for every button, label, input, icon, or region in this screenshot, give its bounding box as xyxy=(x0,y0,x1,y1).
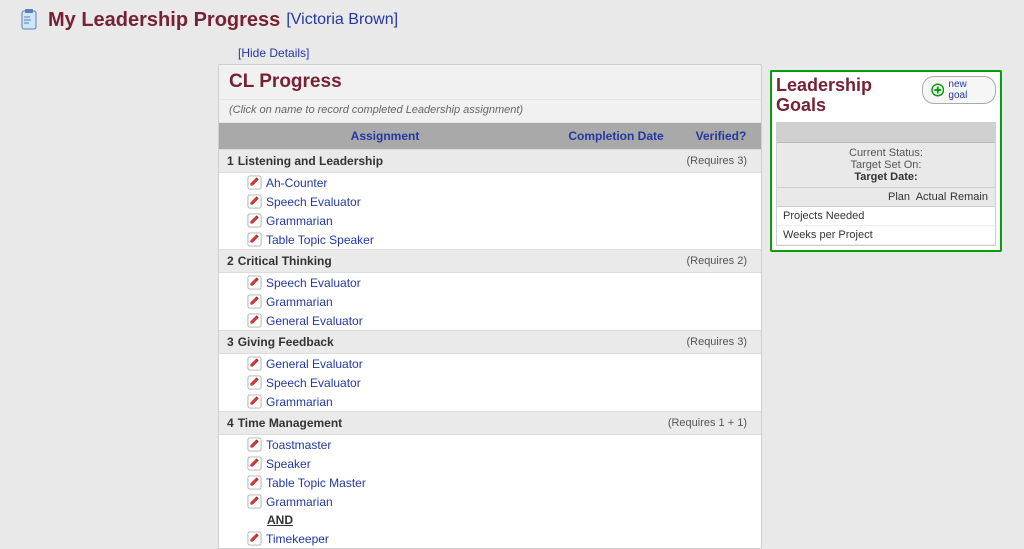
col-verified: Verified? xyxy=(681,123,761,149)
section-title: Time Management xyxy=(238,416,668,430)
assignment-link[interactable]: Grammarian xyxy=(266,395,333,409)
table-header: Assignment Completion Date Verified? xyxy=(219,123,761,149)
assignment-row: Table Topic Speaker xyxy=(219,230,761,249)
edit-icon[interactable] xyxy=(247,494,262,509)
edit-icon[interactable] xyxy=(247,175,262,190)
goals-row: Projects Needed xyxy=(777,207,995,226)
goals-row-label: Weeks per Project xyxy=(783,229,989,241)
edit-icon[interactable] xyxy=(247,437,262,452)
section-row: 2 Critical Thinking (Requires 2) xyxy=(219,249,761,273)
section-requirement: (Requires 3) xyxy=(686,155,747,167)
cl-progress-panel: CL Progress (Click on name to record com… xyxy=(218,64,762,549)
edit-icon[interactable] xyxy=(247,313,262,328)
section-requirement: (Requires 3) xyxy=(686,336,747,348)
assignment-row: Table Topic Master xyxy=(219,473,761,492)
edit-icon[interactable] xyxy=(247,456,262,471)
hide-details-link[interactable]: [Hide Details] xyxy=(238,46,1024,60)
goals-status: Current Status: Target Set On: Target Da… xyxy=(777,143,995,188)
edit-icon[interactable] xyxy=(247,194,262,209)
edit-icon[interactable] xyxy=(247,294,262,309)
assignment-row: General Evaluator xyxy=(219,354,761,373)
col-assignment: Assignment xyxy=(219,123,551,149)
edit-icon[interactable] xyxy=(247,531,262,546)
panel-title: CL Progress xyxy=(219,65,761,99)
target-set-label: Target Set On: xyxy=(783,159,989,171)
page-header: My Leadership Progress [Victoria Brown] xyxy=(0,0,1024,36)
edit-icon[interactable] xyxy=(247,232,262,247)
assignment-link[interactable]: Grammarian xyxy=(266,295,333,309)
page-title: My Leadership Progress xyxy=(48,9,280,32)
assignment-link[interactable]: Ah-Counter xyxy=(266,176,327,190)
edit-icon[interactable] xyxy=(247,375,262,390)
goals-row-label: Projects Needed xyxy=(783,210,989,222)
assignment-link[interactable]: Table Topic Master xyxy=(266,476,366,490)
assignment-row: Speaker xyxy=(219,454,761,473)
assignment-link[interactable]: Speech Evaluator xyxy=(266,276,361,290)
section-title: Critical Thinking xyxy=(238,254,687,268)
assignment-link[interactable]: Table Topic Speaker xyxy=(266,233,374,247)
assignment-link[interactable]: Timekeeper xyxy=(266,532,329,546)
current-status-label: Current Status: xyxy=(783,147,989,159)
edit-icon[interactable] xyxy=(247,275,262,290)
goals-row: Weeks per Project xyxy=(777,226,995,245)
goals-subheader xyxy=(777,123,995,143)
section-row: 1 Listening and Leadership (Requires 3) xyxy=(219,149,761,173)
section-requirement: (Requires 1 + 1) xyxy=(668,417,747,429)
target-date-label: Target Date: xyxy=(783,171,989,183)
col-plan: Plan xyxy=(883,191,915,203)
assignment-row: Grammarian xyxy=(219,392,761,411)
new-goal-label: new goal xyxy=(948,79,987,101)
section-number: 3 xyxy=(227,335,234,349)
goals-table-header: Plan Actual Remain xyxy=(777,188,995,207)
section-number: 2 xyxy=(227,254,234,268)
assignment-row: Grammarian xyxy=(219,211,761,230)
assignment-link[interactable]: Toastmaster xyxy=(266,438,331,452)
section-number: 4 xyxy=(227,416,234,430)
and-separator: AND xyxy=(219,511,761,529)
goals-title: Leadership Goals xyxy=(776,76,922,116)
clipboard-icon xyxy=(18,8,42,32)
edit-icon[interactable] xyxy=(247,213,262,228)
panel-hint: (Click on name to record completed Leade… xyxy=(219,99,761,123)
section-number: 1 xyxy=(227,154,234,168)
assignment-link[interactable]: General Evaluator xyxy=(266,357,363,371)
assignment-link[interactable]: Grammarian xyxy=(266,495,333,509)
section-title: Giving Feedback xyxy=(238,335,687,349)
col-completion-date: Completion Date xyxy=(551,123,681,149)
assignment-row: Ah-Counter xyxy=(219,173,761,192)
assignment-row: Toastmaster xyxy=(219,435,761,454)
new-goal-button[interactable]: new goal xyxy=(922,76,996,104)
edit-icon[interactable] xyxy=(247,475,262,490)
section-row: 3 Giving Feedback (Requires 3) xyxy=(219,330,761,354)
col-actual: Actual xyxy=(915,191,947,203)
assignment-row: Speech Evaluator xyxy=(219,373,761,392)
col-remain: Remain xyxy=(947,191,991,203)
leadership-goals-panel: Leadership Goals new goal Current Status… xyxy=(770,70,1002,252)
edit-icon[interactable] xyxy=(247,394,262,409)
assignment-link[interactable]: Speech Evaluator xyxy=(266,376,361,390)
section-requirement: (Requires 2) xyxy=(686,255,747,267)
assignment-row: Grammarian xyxy=(219,492,761,511)
assignment-row: General Evaluator xyxy=(219,311,761,330)
assignment-link[interactable]: Speech Evaluator xyxy=(266,195,361,209)
edit-icon[interactable] xyxy=(247,356,262,371)
section-row: 4 Time Management (Requires 1 + 1) xyxy=(219,411,761,435)
assignment-row: Timekeeper xyxy=(219,529,761,548)
assignment-link[interactable]: Speaker xyxy=(266,457,311,471)
assignment-link[interactable]: General Evaluator xyxy=(266,314,363,328)
assignment-row: Speech Evaluator xyxy=(219,192,761,211)
user-name: [Victoria Brown] xyxy=(286,11,398,29)
assignment-row: Speech Evaluator xyxy=(219,273,761,292)
assignment-link[interactable]: Grammarian xyxy=(266,214,333,228)
section-title: Listening and Leadership xyxy=(238,154,687,168)
assignment-row: Grammarian xyxy=(219,292,761,311)
